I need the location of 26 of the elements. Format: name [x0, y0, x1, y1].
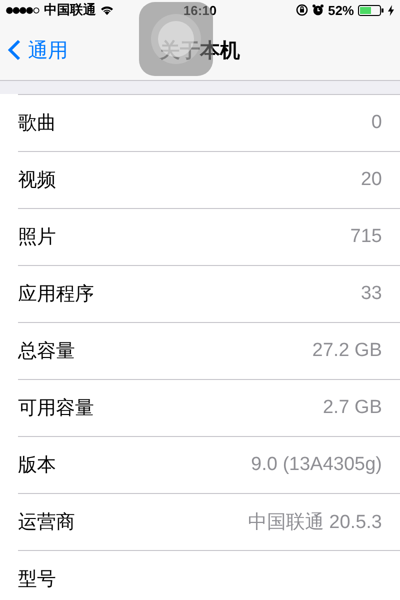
- back-chevron-icon: [8, 39, 21, 61]
- battery-icon: [358, 4, 384, 16]
- alarm-clock-icon: [312, 4, 324, 16]
- row-label: 总容量: [18, 340, 75, 364]
- row-value: 0: [371, 112, 382, 134]
- row-label: 可用容量: [18, 397, 94, 421]
- row-value: 33: [360, 283, 382, 305]
- row-label: 照片: [18, 226, 56, 250]
- row-label: 版本: [18, 454, 56, 478]
- wifi-icon: [100, 5, 114, 15]
- row-value: 9.0 (13A4305g): [251, 454, 382, 476]
- back-button[interactable]: 通用: [0, 36, 76, 64]
- row-label: 视频: [18, 169, 56, 193]
- row-value: 715: [350, 226, 382, 248]
- row-value: 20: [360, 169, 382, 191]
- row-label: 歌曲: [18, 112, 56, 136]
- row-label: 型号: [18, 568, 56, 592]
- row-label: 应用程序: [18, 283, 94, 307]
- battery-percentage: 52%: [328, 2, 354, 18]
- row-value: 27.2 GB: [312, 340, 382, 362]
- signal-icon: [6, 6, 40, 14]
- row-value: 中国联通 20.5.3: [248, 511, 382, 535]
- carrier-name: 中国联通: [44, 1, 96, 19]
- rotation-lock-icon: [296, 4, 308, 16]
- row-label: 运营商: [18, 511, 75, 535]
- row-value: 2.7 GB: [322, 397, 382, 419]
